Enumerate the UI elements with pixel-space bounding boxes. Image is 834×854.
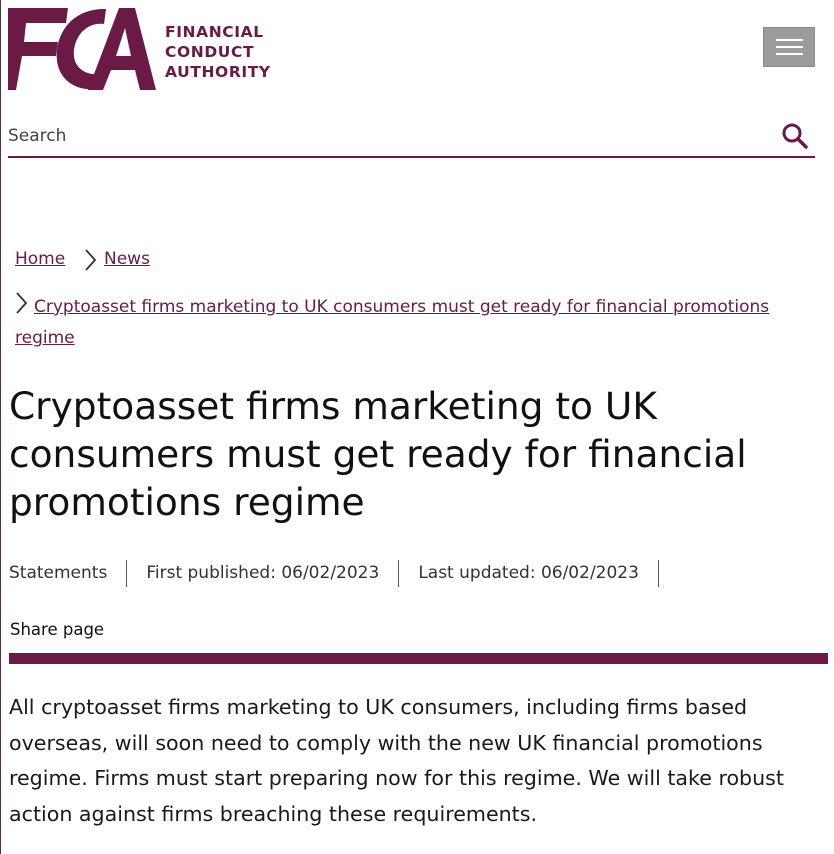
- search-bar: [8, 116, 815, 158]
- logo-line-3: AUTHORITY: [165, 63, 271, 81]
- article-meta: Statements First published: 06/02/2023 L…: [9, 559, 678, 587]
- search-input[interactable]: [8, 120, 748, 152]
- last-updated: Last updated: 06/02/2023: [418, 563, 639, 583]
- fca-logo-mark: [8, 8, 156, 90]
- first-published: First published: 06/02/2023: [146, 563, 380, 583]
- breadcrumb-news-link[interactable]: News: [104, 249, 150, 269]
- breadcrumb-home-link[interactable]: Home: [15, 249, 65, 269]
- logo-wordmark: FINANCIAL CONDUCT AUTHORITY: [165, 22, 271, 82]
- search-icon[interactable]: [781, 122, 809, 150]
- section-divider: [9, 653, 828, 664]
- meta-divider: [126, 559, 128, 587]
- logo-line-1: FINANCIAL: [165, 23, 264, 41]
- chevron-right-icon: [85, 249, 97, 271]
- meta-divider: [398, 559, 400, 587]
- share-page-toggle[interactable]: Share page: [10, 620, 104, 639]
- article-type: Statements: [9, 563, 108, 583]
- page-title: Cryptoasset firms marketing to UK consum…: [9, 384, 747, 524]
- logo-line-2: CONDUCT: [165, 43, 255, 61]
- breadcrumb-current-link[interactable]: Cryptoasset firms marketing to UK consum…: [15, 292, 820, 354]
- article-intro: All cryptoasset firms marketing to UK co…: [9, 695, 784, 826]
- meta-divider: [657, 559, 659, 587]
- page-left-border: [0, 0, 1, 854]
- menu-button[interactable]: [763, 27, 815, 67]
